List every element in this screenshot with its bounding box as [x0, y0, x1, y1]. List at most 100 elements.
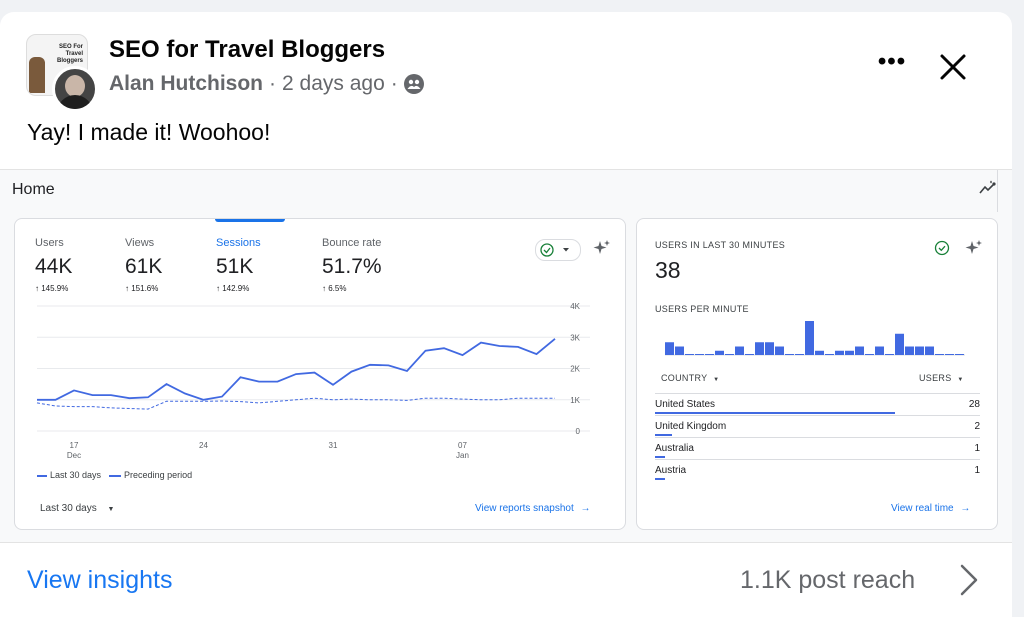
per-minute-bar	[805, 321, 814, 355]
group-name-link[interactable]: SEO for Travel Bloggers	[109, 36, 385, 64]
per-minute-bar	[735, 346, 744, 355]
y-tick-label: 3K	[570, 333, 580, 342]
per-minute-bar	[685, 354, 694, 355]
post-card: SEO For Travel Bloggers SEO for Travel B…	[0, 12, 1012, 617]
post-meta: Alan Hutchison · 2 days ago ·	[109, 72, 424, 96]
metric-value: 61K	[125, 255, 163, 278]
arrow-right-icon: →	[960, 503, 971, 514]
view-real-time-link[interactable]: View real time →	[891, 503, 970, 514]
check-circle-icon	[540, 243, 554, 257]
link-label: View reports snapshot	[475, 503, 574, 514]
per-minute-bar	[785, 354, 794, 355]
legend-current: Last 30 days	[37, 470, 101, 480]
per-minute-bar	[895, 333, 904, 355]
metric-change: ↑ 145.9%	[35, 284, 69, 293]
metric-label: Users	[35, 237, 64, 249]
table-row[interactable]: United Kingdom 2	[655, 415, 980, 438]
more-options-button[interactable]: •••	[872, 50, 912, 76]
per-minute-bar	[945, 354, 954, 355]
table-row[interactable]: Australia 1	[655, 437, 980, 460]
metric-sessions[interactable]: Sessions 51K ↑ 142.9%	[216, 237, 261, 293]
metric-views[interactable]: Views 61K ↑ 151.6%	[125, 237, 162, 293]
sparkle-icon[interactable]	[965, 239, 983, 257]
metric-bounce-rate[interactable]: Bounce rate 51.7% ↑ 6.5%	[322, 237, 382, 293]
metric-value: 51K	[216, 255, 254, 278]
realtime-users-value: 38	[655, 257, 681, 283]
metric-value: 44K	[35, 255, 73, 278]
per-minute-bar	[915, 346, 924, 355]
realtime-card: USERS IN LAST 30 MINUTES 38 USERS PER MI…	[636, 218, 998, 530]
close-button[interactable]	[936, 50, 970, 84]
analytics-screenshot[interactable]: Home Users 44K ↑ 145.9% Views 61K ↑ 151.…	[0, 169, 1012, 543]
caret-down-icon: ▼	[107, 506, 115, 513]
country-users: 1	[974, 443, 980, 454]
legend-solid-swatch	[37, 474, 47, 477]
metric-label: Bounce rate	[322, 237, 382, 249]
check-circle-icon[interactable]	[933, 239, 951, 257]
sessions-line-chart: 4K 3K 2K 1K 0 17Dec 24 31 07Jan	[36, 302, 590, 460]
x-tick-sublabel: Dec	[67, 451, 81, 460]
author-name-link[interactable]: Alan Hutchison	[109, 72, 263, 96]
arrow-right-icon: →	[580, 503, 591, 514]
group-privacy-icon[interactable]	[403, 74, 424, 94]
metric-users[interactable]: Users 44K ↑ 145.9%	[35, 237, 72, 293]
legend-dashed-swatch	[109, 474, 122, 477]
view-insights-link[interactable]: View insights	[27, 566, 172, 595]
sparkle-icon[interactable]	[593, 239, 611, 257]
per-minute-bar	[745, 354, 754, 355]
per-minute-bar	[845, 350, 854, 355]
caret-down-icon: ▼	[713, 377, 720, 383]
country-share-bar	[655, 434, 672, 436]
per-minute-bar	[885, 354, 894, 355]
users-header-label: USERS	[919, 373, 952, 383]
per-minute-bar	[775, 346, 784, 355]
link-label: View real time	[891, 503, 954, 514]
last-30-days-line	[37, 338, 556, 401]
insights-trend-icon	[979, 180, 996, 194]
check-mark	[543, 247, 551, 254]
per-minute-bar	[935, 354, 944, 355]
country-share-bar	[655, 478, 665, 480]
active-metric-indicator	[215, 219, 285, 222]
legend-previous: Preceding period	[109, 470, 192, 480]
compare-dropdown[interactable]	[535, 239, 581, 261]
x-tick-label: 31	[329, 441, 338, 450]
post-time[interactable]: 2 days ago	[282, 72, 385, 96]
chevron-right-icon[interactable]	[956, 562, 980, 598]
per-minute-bar	[855, 346, 864, 355]
date-range-dropdown[interactable]: Last 30 days ▼	[40, 503, 114, 514]
y-tick-label: 4K	[570, 302, 580, 311]
country-users: 2	[974, 421, 980, 432]
metric-value: 51.7%	[322, 255, 382, 278]
post-text: Yay! I made it! Woohoo!	[27, 119, 271, 145]
author-avatar-body	[57, 95, 93, 109]
author-avatar[interactable]	[52, 66, 98, 112]
country-name: United States	[655, 399, 716, 410]
metric-change: ↑ 6.5%	[322, 284, 347, 293]
y-tick-label: 2K	[570, 365, 580, 374]
per-minute-bar	[865, 354, 874, 355]
caret-down-icon	[563, 248, 569, 252]
y-tick-label: 1K	[570, 396, 580, 405]
per-minute-bar	[675, 346, 684, 355]
per-minute-bar	[665, 342, 674, 355]
table-row[interactable]: United States 28	[655, 393, 980, 416]
users-column-header[interactable]: USERS ▼	[919, 373, 964, 383]
table-row[interactable]: Austria 1	[655, 459, 980, 482]
x-tick-sublabel: Jan	[456, 451, 469, 460]
y-tick-label: 0	[576, 427, 581, 436]
per-minute-bar	[715, 350, 724, 355]
post-avatar[interactable]: SEO For Travel Bloggers	[26, 34, 98, 114]
per-minute-bar	[705, 354, 714, 355]
x-tick-label: 07	[458, 441, 467, 450]
per-minute-bar	[905, 346, 914, 355]
country-column-header[interactable]: COUNTRY ▼	[661, 373, 719, 383]
per-minute-bar	[795, 354, 804, 355]
author-avatar-face	[65, 75, 85, 97]
per-minute-bar	[955, 354, 964, 355]
chart-legend: Last 30 days Preceding period	[37, 470, 192, 480]
meta-separator: ·	[269, 72, 277, 95]
post-reach-text[interactable]: 1.1K post reach	[740, 566, 915, 595]
view-reports-snapshot-link[interactable]: View reports snapshot →	[475, 503, 591, 514]
x-tick-label: 17	[70, 441, 79, 450]
